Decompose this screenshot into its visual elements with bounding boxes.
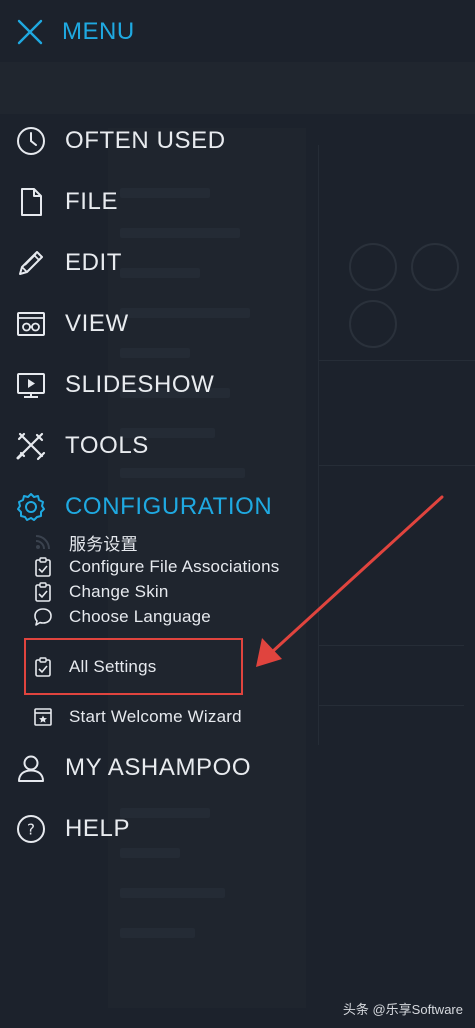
menu-item-label: MY ASHAMPOO <box>65 754 252 781</box>
gear-icon <box>14 490 48 524</box>
menu-item-label: FILE <box>65 188 119 215</box>
submenu-item-configure-file-associations[interactable]: Configure File Associations <box>32 556 279 578</box>
submenu-item-change-skin[interactable]: Change Skin <box>32 581 168 603</box>
speech-bubble-icon <box>32 606 54 628</box>
user-icon <box>14 751 48 785</box>
menu-item-label: OFTEN USED <box>65 127 226 154</box>
crossed-tools-icon <box>14 429 48 463</box>
main-menu: MENU OFTEN USED FILE EDIT VIEW SLIDESHOW <box>0 0 475 1028</box>
rss-icon <box>32 531 54 553</box>
play-screen-icon <box>14 368 48 402</box>
submenu-item-label: Start Welcome Wizard <box>69 707 242 726</box>
menu-item-view[interactable]: VIEW <box>14 304 128 344</box>
watermark: 头条 @乐享Software <box>342 1002 463 1017</box>
submenu-item-label: Configure File Associations <box>69 557 280 576</box>
menu-item-file[interactable]: FILE <box>14 182 117 222</box>
pencil-icon <box>14 246 48 280</box>
submenu-item-start-welcome-wizard[interactable]: Start Welcome Wizard <box>32 706 242 728</box>
submenu-item-service-settings[interactable]: 服务设置 <box>32 531 138 554</box>
menu-item-label: HELP <box>65 815 131 842</box>
clock-icon <box>14 124 48 158</box>
menu-title: MENU <box>62 18 135 45</box>
question-circle-icon: ? <box>14 812 48 846</box>
menu-item-label: TOOLS <box>65 432 149 459</box>
menu-item-configuration[interactable]: CONFIGURATION <box>14 487 272 527</box>
document-icon <box>14 185 48 219</box>
menu-item-label: VIEW <box>65 310 129 337</box>
highlight-box <box>24 638 243 695</box>
glasses-window-icon <box>14 307 48 341</box>
clipboard-check-icon <box>32 581 54 603</box>
menu-item-often-used[interactable]: OFTEN USED <box>14 121 225 161</box>
menu-item-edit[interactable]: EDIT <box>14 243 121 283</box>
submenu-item-label: 服务设置 <box>69 534 138 554</box>
menu-item-help[interactable]: ? HELP <box>14 809 130 849</box>
clipboard-check-icon <box>32 556 54 578</box>
menu-item-tools[interactable]: TOOLS <box>14 426 148 466</box>
menu-item-label: CONFIGURATION <box>65 493 273 520</box>
menu-item-label: SLIDESHOW <box>65 371 215 398</box>
submenu-item-label: Change Skin <box>69 582 169 601</box>
close-icon[interactable] <box>14 16 46 48</box>
menu-item-my-ashampoo[interactable]: MY ASHAMPOO <box>14 748 251 788</box>
menu-item-slideshow[interactable]: SLIDESHOW <box>14 365 214 405</box>
menu-item-label: EDIT <box>65 249 123 276</box>
submenu-item-choose-language[interactable]: Choose Language <box>32 606 211 628</box>
star-window-icon <box>32 706 54 728</box>
menu-header: MENU <box>14 14 135 50</box>
svg-text:?: ? <box>27 821 35 839</box>
submenu-item-label: Choose Language <box>69 607 211 626</box>
